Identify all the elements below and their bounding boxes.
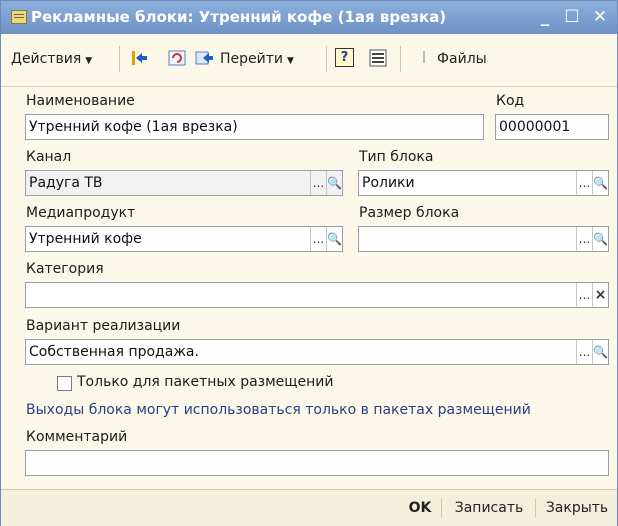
block-size-field[interactable]: ... 🔍 — [358, 226, 609, 252]
name-field[interactable]: Утренний кофе (1ая врезка) — [25, 114, 484, 140]
block-type-field[interactable]: Ролики ... 🔍 — [358, 170, 609, 196]
sale-variant-value: Собственная продажа. — [29, 344, 199, 360]
package-only-label[interactable]: Только для пакетных размещений — [77, 374, 333, 390]
document-icon — [11, 10, 27, 24]
mediaproduct-field[interactable]: Утренний кофе ... 🔍 — [25, 226, 343, 252]
list-icon[interactable] — [368, 48, 388, 68]
refresh-icon[interactable] — [167, 48, 187, 68]
select-button[interactable]: ... — [576, 283, 592, 307]
package-only-checkbox[interactable] — [57, 376, 72, 391]
chevron-down-icon: ▼ — [85, 56, 93, 66]
sale-variant-label: Вариант реализации — [26, 318, 181, 334]
block-type-value: Ролики — [362, 175, 415, 191]
category-field[interactable]: ... × — [25, 282, 609, 308]
attachment-icon — [419, 48, 429, 68]
search-icon[interactable]: 🔍 — [592, 340, 608, 364]
footer-separator — [535, 498, 536, 518]
select-button[interactable]: ... — [576, 171, 592, 195]
category-label: Категория — [26, 261, 104, 277]
files-button[interactable]: Файлы — [437, 47, 487, 71]
channel-value: Радуга ТВ — [29, 175, 103, 191]
search-icon[interactable]: 🔍 — [592, 227, 608, 251]
footer-bar: OK Записать Закрыть — [1, 489, 617, 526]
channel-label: Канал — [26, 149, 72, 165]
block-type-label: Тип блока — [359, 149, 434, 165]
toolbar-separator — [326, 46, 327, 72]
mediaproduct-value: Утренний кофе — [29, 231, 142, 247]
channel-field[interactable]: Радуга ТВ ... 🔍 — [25, 170, 343, 196]
help-icon[interactable]: ? — [335, 48, 354, 67]
search-icon[interactable]: 🔍 — [592, 171, 608, 195]
window-title: Рекламные блоки: Утренний кофе (1ая врез… — [31, 8, 447, 26]
ok-button[interactable]: OK — [405, 496, 435, 520]
code-label: Код — [496, 93, 525, 109]
search-icon[interactable]: 🔍 — [326, 227, 342, 251]
sale-variant-field[interactable]: Собственная продажа. ... 🔍 — [25, 339, 609, 365]
maximize-button[interactable]: ☐ — [561, 6, 583, 28]
minimize-button[interactable]: _ — [534, 6, 556, 28]
goto-menu-label: Перейти — [220, 51, 283, 67]
arrow-left-icon[interactable] — [129, 48, 149, 68]
dialog-window: Рекламные блоки: Утренний кофе (1ая врез… — [0, 0, 618, 526]
comment-label: Комментарий — [26, 429, 128, 445]
code-field[interactable]: 00000001 — [495, 114, 609, 140]
save-button[interactable]: Записать — [447, 496, 531, 520]
toolbar-separator — [400, 46, 401, 72]
goto-menu[interactable]: Перейти ▼ — [220, 47, 294, 71]
mediaproduct-label: Медиапродукт — [26, 205, 136, 221]
chevron-down-icon: ▼ — [287, 56, 294, 66]
select-button[interactable]: ... — [310, 171, 326, 195]
name-value: Утренний кофе (1ая врезка) — [29, 119, 238, 135]
actions-menu[interactable]: Действия ▼ — [11, 47, 92, 71]
comment-field[interactable] — [25, 450, 609, 476]
block-size-label: Размер блока — [359, 205, 460, 221]
toolbar-separator — [119, 46, 120, 72]
code-value: 00000001 — [499, 119, 571, 135]
goto-icon[interactable] — [194, 48, 214, 68]
footer-separator — [441, 498, 442, 518]
name-label: Наименование — [26, 93, 135, 109]
clear-icon[interactable]: × — [592, 283, 608, 307]
search-icon[interactable]: 🔍 — [326, 171, 342, 195]
select-button[interactable]: ... — [576, 227, 592, 251]
close-window-button[interactable]: ✕ — [589, 6, 611, 28]
close-button[interactable]: Закрыть — [540, 496, 614, 520]
title-bar[interactable]: Рекламные блоки: Утренний кофе (1ая врез… — [1, 1, 617, 34]
info-text: Выходы блока могут использоваться только… — [26, 402, 531, 418]
toolbar: Действия ▼ Перейти ▼ ? Файлы — [1, 34, 617, 87]
select-button[interactable]: ... — [310, 227, 326, 251]
select-button[interactable]: ... — [576, 340, 592, 364]
actions-menu-label: Действия — [11, 51, 82, 67]
